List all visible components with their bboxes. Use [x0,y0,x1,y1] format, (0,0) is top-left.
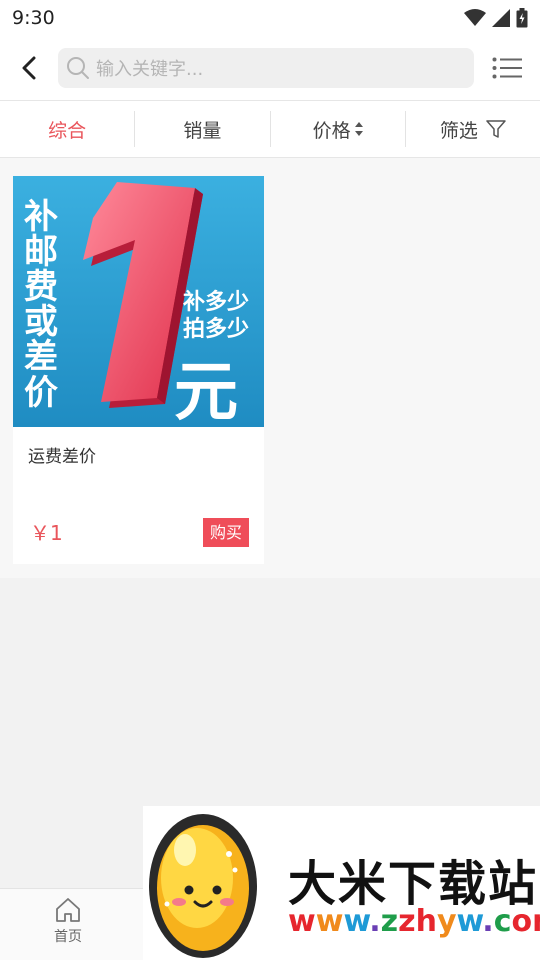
rice-mascot-logo [149,814,257,958]
sort-arrows-icon [354,122,363,136]
tab-price[interactable]: 价格 [271,111,406,147]
watermark-url-text: www.zzhyw.com [288,904,540,939]
watermark-url: www.zzhyw.com [288,904,540,939]
sort-bar: 综合 销量 价格 筛选 [0,100,540,158]
product-price: ￥1 [30,521,63,545]
tab-filter[interactable]: 筛选 [406,111,540,147]
top-bar: 输入关键字... [0,36,540,100]
tab-label: 综合 [48,119,87,142]
image-line2: 拍多少 [183,316,249,342]
image-vertical-text: 费 [24,267,58,307]
product-card[interactable]: 补 邮 费 或 差 价 补多少 拍多少 元 运费差价 ￥1 购买 [13,176,264,564]
tab-label: 价格 [312,119,351,142]
nav-home-label: 首页 [54,929,82,945]
battery-icon [516,8,528,28]
image-vertical-text: 或 [24,302,58,342]
tab-label: 销量 [183,119,222,142]
back-button[interactable] [0,36,58,100]
image-vertical-text: 邮 [24,232,58,272]
wifi-icon [464,9,486,26]
buy-button[interactable]: 购买 [202,518,249,547]
list-menu-button[interactable] [474,36,540,100]
image-unit: 元 [174,356,238,427]
search-input[interactable]: 输入关键字... [58,48,474,88]
status-time: 9:30 [12,7,55,29]
image-vertical-text: 补 [24,197,58,237]
list-icon [492,57,522,79]
watermark-overlay: 大米下载站 www.zzhyw.com [143,806,540,960]
tab-label: 筛选 [439,119,478,142]
status-bar: 9:30 [0,0,540,36]
status-icons [464,8,528,28]
home-icon [56,898,80,922]
tab-sales[interactable]: 销量 [135,111,271,147]
image-vertical-text: 价 [24,373,58,413]
search-icon [67,57,89,79]
chevron-left-icon [22,56,36,80]
product-image[interactable]: 补 邮 费 或 差 价 补多少 拍多少 元 [13,176,264,427]
image-line1: 补多少 [182,289,249,315]
image-vertical-text: 差 [24,337,58,377]
search-placeholder: 输入关键字... [96,59,204,80]
signal-icon [492,9,510,27]
tab-comprehensive[interactable]: 综合 [0,111,136,147]
product-list: 补 邮 费 或 差 价 补多少 拍多少 元 运费差价 ￥1 购买 [0,158,540,578]
product-title[interactable]: 运费差价 [28,442,96,467]
nav-home[interactable]: 首页 [28,897,108,955]
filter-icon [486,120,506,138]
